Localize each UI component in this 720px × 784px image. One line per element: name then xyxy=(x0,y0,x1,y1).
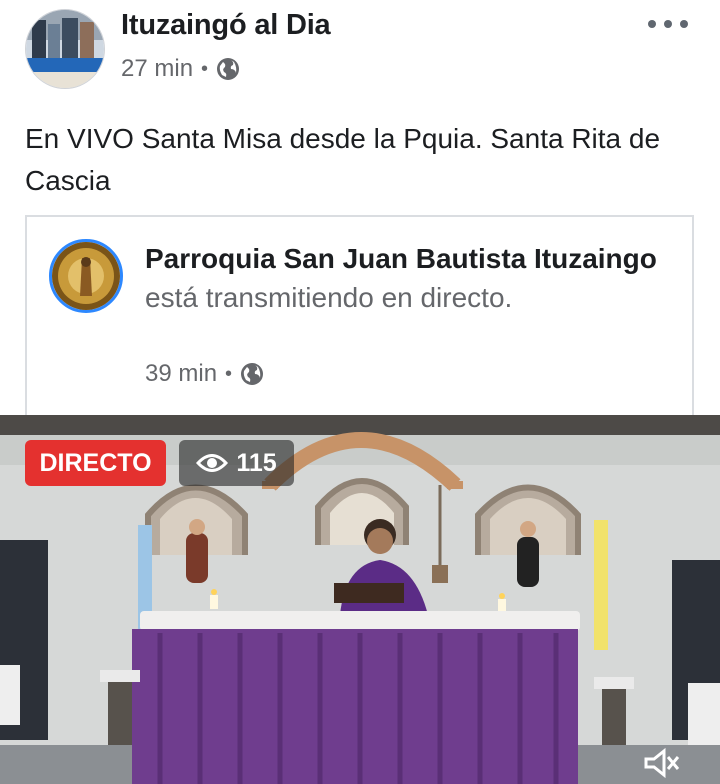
shared-page-avatar[interactable] xyxy=(49,239,123,313)
shared-time[interactable]: 39 min xyxy=(145,360,217,388)
shared-meta-separator: • xyxy=(225,362,233,385)
page-avatar[interactable] xyxy=(25,9,105,89)
post-meta: 27 min • xyxy=(121,55,240,83)
globe-icon xyxy=(241,363,264,385)
live-video-player[interactable]: DIRECTO 115 xyxy=(0,415,720,784)
shared-live-card[interactable]: Parroquia San Juan Bautista Ituzaingo es… xyxy=(25,215,694,415)
viewer-count-badge: 115 xyxy=(179,440,294,486)
meta-separator: • xyxy=(201,57,209,80)
shared-meta: 39 min • xyxy=(145,360,264,388)
globe-icon xyxy=(217,58,240,80)
shared-page-name[interactable]: Parroquia San Juan Bautista Ituzaingo xyxy=(145,243,657,274)
live-status-text: está transmitiendo en directo. xyxy=(145,282,513,313)
shared-card-text: Parroquia San Juan Bautista Ituzaingo es… xyxy=(145,239,665,317)
page-name-link[interactable]: Ituzaingó al Dia xyxy=(121,9,331,42)
post-time[interactable]: 27 min xyxy=(121,55,193,83)
post-text: En VIVO Santa Misa desde la Pquia. Santa… xyxy=(25,123,661,196)
more-options-icon[interactable] xyxy=(648,12,688,36)
eye-icon xyxy=(196,454,229,472)
viewer-count: 115 xyxy=(236,448,277,477)
volume-icon[interactable] xyxy=(642,745,682,781)
live-badge: DIRECTO xyxy=(25,440,166,486)
